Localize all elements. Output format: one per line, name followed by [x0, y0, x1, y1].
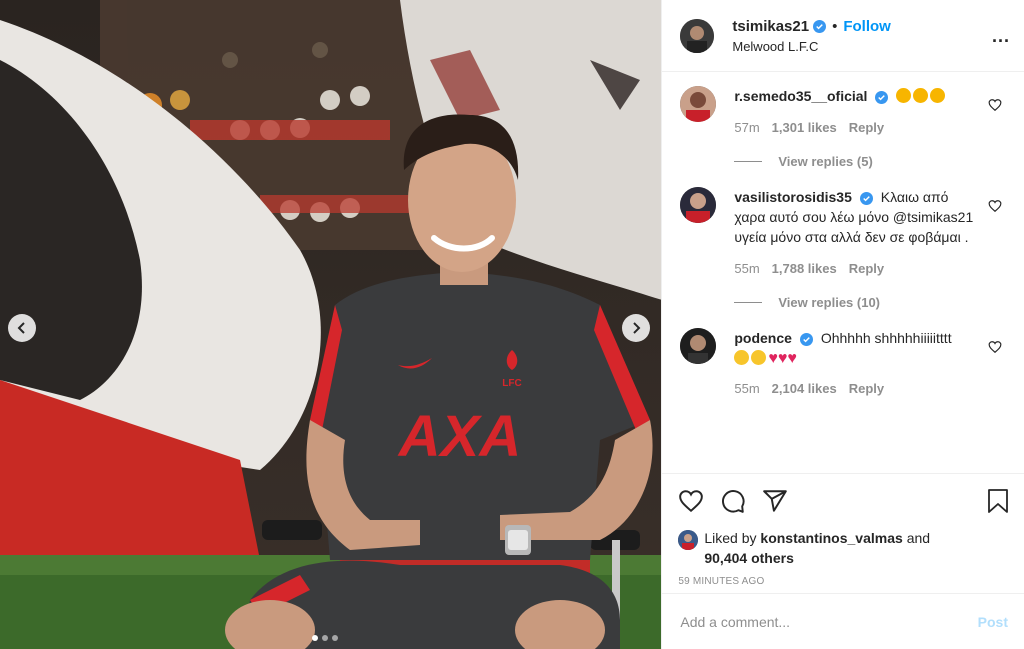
- commenter-username[interactable]: r.semedo35__oficial: [734, 88, 867, 104]
- chevron-right-icon: [633, 322, 641, 334]
- view-replies-label: View replies (10): [778, 295, 881, 310]
- author-avatar[interactable]: [680, 18, 715, 53]
- grin-emoji: [751, 350, 767, 365]
- carousel-next-button[interactable]: [622, 314, 650, 342]
- comment-likes[interactable]: 1,301 likes: [772, 118, 837, 138]
- location-link[interactable]: Melwood L.F.C: [732, 39, 1008, 54]
- carousel-dot: [312, 635, 318, 641]
- liked-by-and: and: [906, 530, 931, 546]
- post-comment-button[interactable]: Post: [978, 614, 1008, 630]
- view-replies-label: View replies (5): [778, 154, 873, 169]
- post-image[interactable]: LFC AXA: [0, 0, 662, 649]
- liker-avatar[interactable]: [678, 530, 699, 550]
- star-eyes-emoji: [913, 88, 929, 103]
- view-replies-button[interactable]: View replies (5): [734, 154, 1008, 169]
- replies-divider: [734, 302, 763, 303]
- comment-age[interactable]: 55m: [734, 259, 759, 279]
- comment-age[interactable]: 55m: [734, 379, 759, 399]
- comment-item: podence Ohhhhh shhhhhiiiiitttt ♥♥♥ 55m 2…: [680, 328, 1008, 399]
- follow-button[interactable]: Follow: [843, 18, 891, 35]
- shirt-sponsor-text: AXA: [397, 404, 521, 469]
- comment-icon[interactable]: [720, 488, 746, 514]
- post-sidebar: tsimikas21 • Follow Melwood L.F.C ... r.…: [661, 0, 1024, 649]
- replies-divider: [734, 161, 763, 162]
- add-comment-input[interactable]: [678, 612, 978, 631]
- verified-badge-icon: [799, 332, 813, 346]
- carousel-dot: [322, 635, 328, 641]
- reply-button[interactable]: Reply: [849, 259, 884, 279]
- share-icon[interactable]: [762, 488, 788, 514]
- carousel-prev-button[interactable]: [8, 314, 36, 342]
- red-heart-emoji: ♥: [787, 350, 797, 367]
- verified-badge-icon: [859, 191, 873, 205]
- carousel-dot: [332, 635, 338, 641]
- red-heart-emoji: ♥: [777, 350, 788, 367]
- comment-age[interactable]: 57m: [734, 118, 759, 138]
- reply-button[interactable]: Reply: [849, 118, 884, 138]
- star-eyes-emoji: [930, 88, 946, 103]
- view-replies-button[interactable]: View replies (10): [734, 295, 1008, 310]
- reply-button[interactable]: Reply: [849, 379, 884, 399]
- comment-likes[interactable]: 2,104 likes: [772, 379, 837, 399]
- like-comment-icon[interactable]: [988, 98, 1002, 112]
- instagram-post: LFC AXA tsimikas21 • Follow Melwood L.F.…: [0, 0, 1024, 649]
- comments-list: r.semedo35__oficial 57m 1,301 likes Repl…: [662, 72, 1024, 473]
- post-header: tsimikas21 • Follow Melwood L.F.C ...: [662, 0, 1024, 72]
- commenter-username[interactable]: vasilistorosidis35: [734, 189, 852, 205]
- author-username[interactable]: tsimikas21: [732, 18, 809, 35]
- comment-text: Ohhhhh shhhhhiiiiitttt: [820, 330, 952, 346]
- commenter-avatar[interactable]: [680, 187, 717, 223]
- others-count-link[interactable]: 90,404 others: [704, 550, 794, 566]
- like-comment-icon[interactable]: [988, 199, 1002, 213]
- like-heart-icon[interactable]: [678, 488, 704, 514]
- photo-scene: LFC AXA: [0, 0, 662, 649]
- post-timestamp[interactable]: 59 MINUTES AGO: [678, 576, 1008, 587]
- verified-badge-icon: [875, 90, 889, 104]
- commenter-avatar[interactable]: [680, 86, 717, 122]
- comment-item: vasilistorosidis35 Κλαιω από χαρα αυτό σ…: [680, 187, 1008, 279]
- shirt-crest-text: LFC: [502, 378, 521, 389]
- add-comment-bar: Post: [662, 593, 1024, 649]
- comment-item: r.semedo35__oficial 57m 1,301 likes Repl…: [680, 86, 1008, 138]
- carousel-indicator: [312, 635, 338, 641]
- like-comment-icon[interactable]: [988, 340, 1002, 354]
- liked-by: Liked by konstantinos_valmas and 90,404 …: [678, 528, 1008, 568]
- commenter-username[interactable]: podence: [734, 330, 792, 346]
- verified-badge-icon: [813, 19, 827, 33]
- liked-by-prefix: Liked by: [704, 530, 757, 546]
- bookmark-icon[interactable]: [986, 488, 1010, 514]
- post-actions: Liked by konstantinos_valmas and 90,404 …: [662, 473, 1024, 649]
- chevron-left-icon: [17, 322, 25, 334]
- red-heart-emoji: ♥: [768, 350, 778, 367]
- more-options-icon[interactable]: ...: [992, 26, 1010, 47]
- commenter-avatar[interactable]: [680, 328, 717, 364]
- comment-likes[interactable]: 1,788 likes: [772, 259, 837, 279]
- star-eyes-emoji: [896, 88, 912, 103]
- liker-username[interactable]: konstantinos_valmas: [760, 530, 902, 546]
- grin-emoji: [734, 350, 750, 365]
